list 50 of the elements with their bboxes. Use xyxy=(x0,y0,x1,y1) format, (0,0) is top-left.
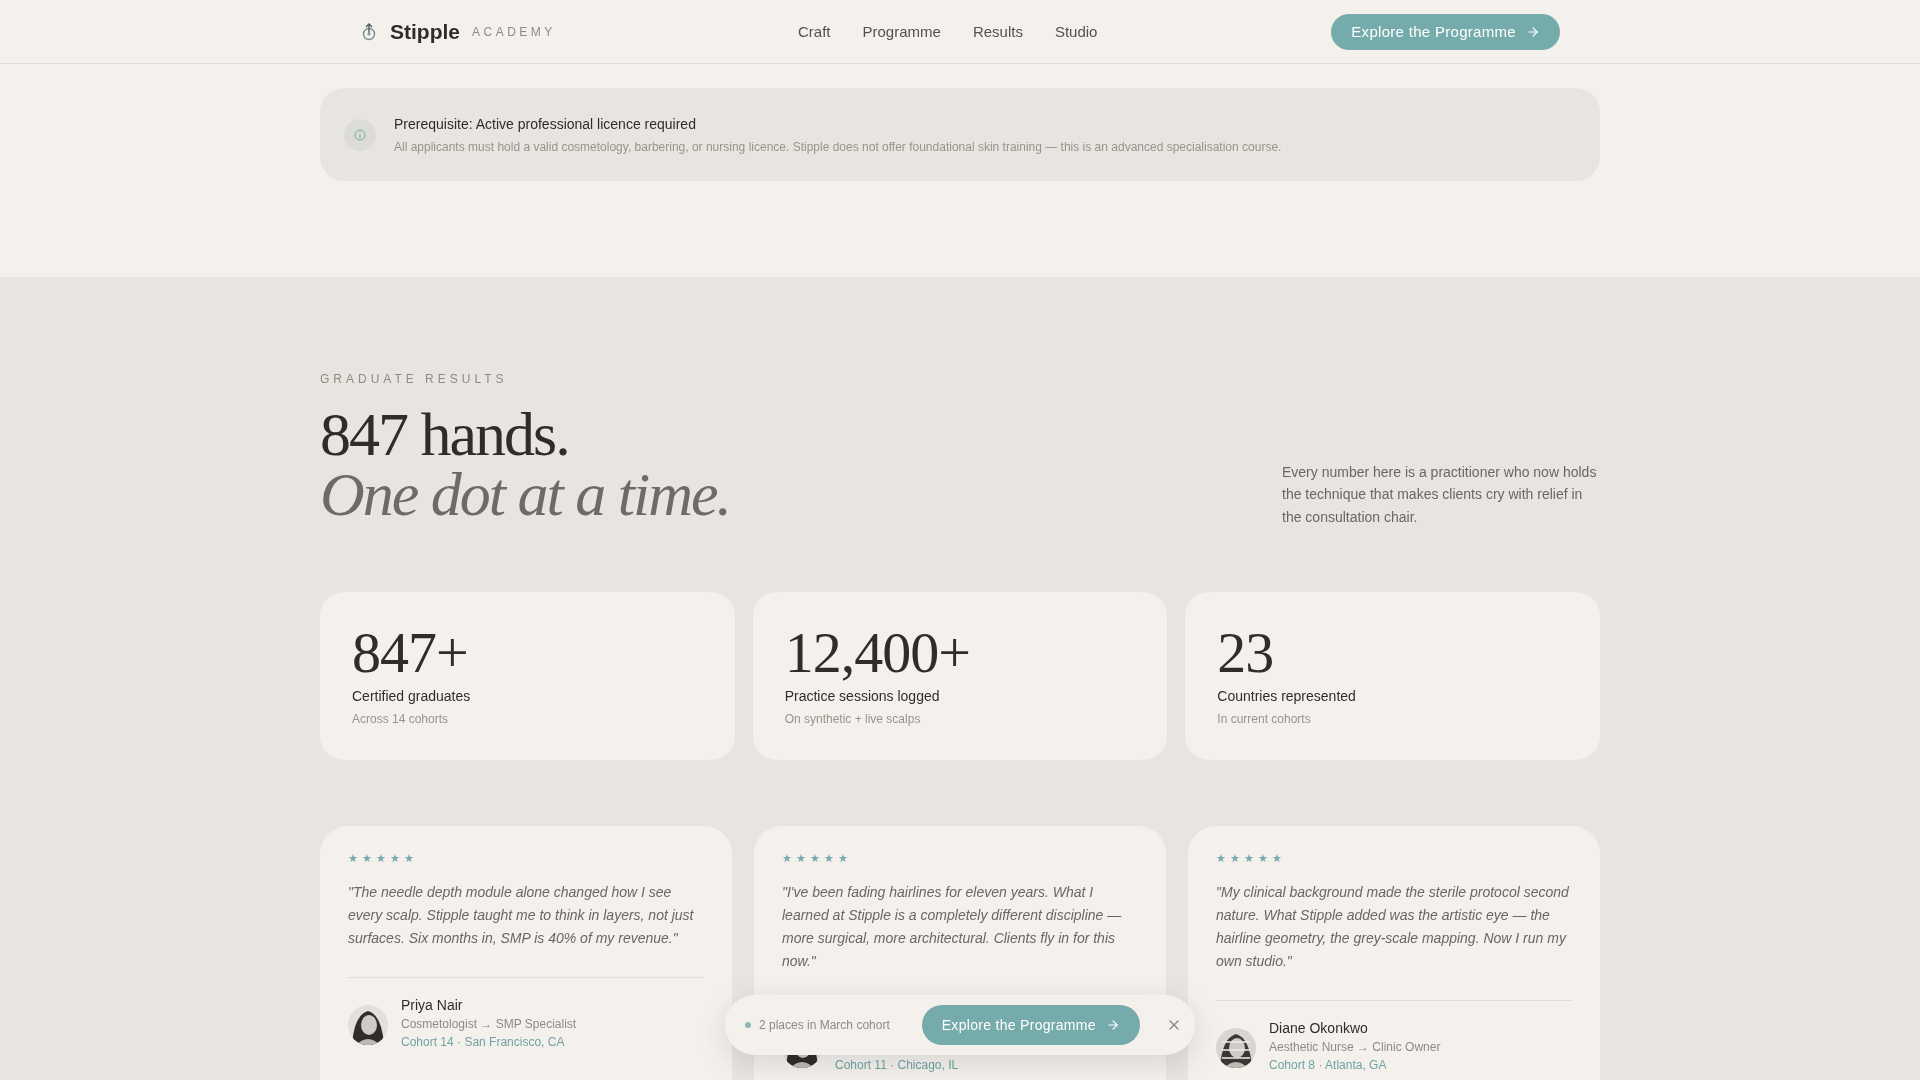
section-heading: 847 hands. One dot at a time. xyxy=(320,404,730,524)
star-icon: ★ xyxy=(362,852,372,865)
star-icon: ★ xyxy=(1272,852,1282,865)
stat-value: 847+ xyxy=(352,622,469,684)
logo-icon xyxy=(360,22,378,41)
star-icon: ★ xyxy=(796,852,806,865)
nav-link[interactable]: Studio xyxy=(1054,23,1098,40)
author-role: Cosmetologist → SMP Specialist xyxy=(401,1017,577,1032)
star-icon: ★ xyxy=(824,852,834,865)
stat-value: 12,400+ xyxy=(784,622,971,684)
star-icon: ★ xyxy=(348,852,358,865)
author-role: Aesthetic Nurse → Clinic Owner xyxy=(1269,1040,1441,1055)
author-name: Priya Nair xyxy=(401,997,464,1014)
stat-note: In current cohorts xyxy=(1217,712,1312,726)
star-icon: ★ xyxy=(1258,852,1268,865)
section-intro: Every number here is a practitioner who now holds the technique that makes clients cry with relief in the consultation chair. xyxy=(1282,462,1598,527)
notice-title: Prerequisite: Active professional licence required xyxy=(394,115,697,132)
star-icon: ★ xyxy=(782,852,792,865)
star-icon: ★ xyxy=(404,852,414,865)
nav-link[interactable]: Craft xyxy=(798,23,831,40)
info-icon xyxy=(344,118,376,151)
stat-note: Across 14 cohorts xyxy=(352,712,450,726)
brand-name: Stipple xyxy=(390,19,460,44)
star-icon: ★ xyxy=(1244,852,1254,865)
nav-link[interactable]: Programme xyxy=(862,23,941,40)
author-cohort: Cohort 11 · Chicago, IL xyxy=(835,1058,959,1072)
stat-value: 23 xyxy=(1217,622,1275,684)
author-name: Diane Okonkwo xyxy=(1269,1020,1369,1037)
stat-note: On synthetic + live scalps xyxy=(784,712,922,726)
author-cohort: Cohort 14 · San Francisco, CA xyxy=(401,1035,566,1049)
notice-text: All applicants must hold a valid cosmetology, barbering, or nursing licence. Stipple does not offer foundational skin training — this is an advanced specialisation course. xyxy=(394,139,1282,154)
arrow-right-icon xyxy=(1105,1018,1120,1032)
star-icon: ★ xyxy=(810,852,820,865)
star-icon: ★ xyxy=(390,852,400,865)
star-icon: ★ xyxy=(838,852,848,865)
stat-label: Certified graduates xyxy=(352,688,472,704)
author-cohort: Cohort 8 · Atlanta, GA xyxy=(1269,1058,1388,1072)
testimonial-quote: "The needle depth module alone changed how I see every scalp. Stipple taught me to think in layers, not just surfaces. Six months in, SMP is 40% of my revenue." xyxy=(348,883,695,948)
brand-tagline: ACADEMY xyxy=(472,24,556,39)
stat-label: Practice sessions logged xyxy=(784,688,941,704)
section-eyebrow: GRADUATE RESULTS xyxy=(320,372,509,386)
testimonial-quote: "My clinical background made the sterile protocol second nature. What Stipple added was the artistic eye — the hairline geometry, the grey-scale mapping. Now I run my own studio." xyxy=(1216,883,1570,971)
testimonial-quote: "I've been fading hairlines for eleven years. What I learned at Stipple is a completely different discipline — more surgical, more architectural. Clients fly in for this now." xyxy=(782,883,1123,971)
star-icon: ★ xyxy=(376,852,386,865)
status-dot xyxy=(745,1022,751,1028)
nav-link[interactable]: Results xyxy=(972,23,1023,40)
star-icon: ★ xyxy=(1216,852,1226,865)
star-icon: ★ xyxy=(1230,852,1240,865)
availability-text: 2 places in March cohort xyxy=(759,1018,890,1032)
stat-label: Countries represented xyxy=(1217,688,1357,704)
